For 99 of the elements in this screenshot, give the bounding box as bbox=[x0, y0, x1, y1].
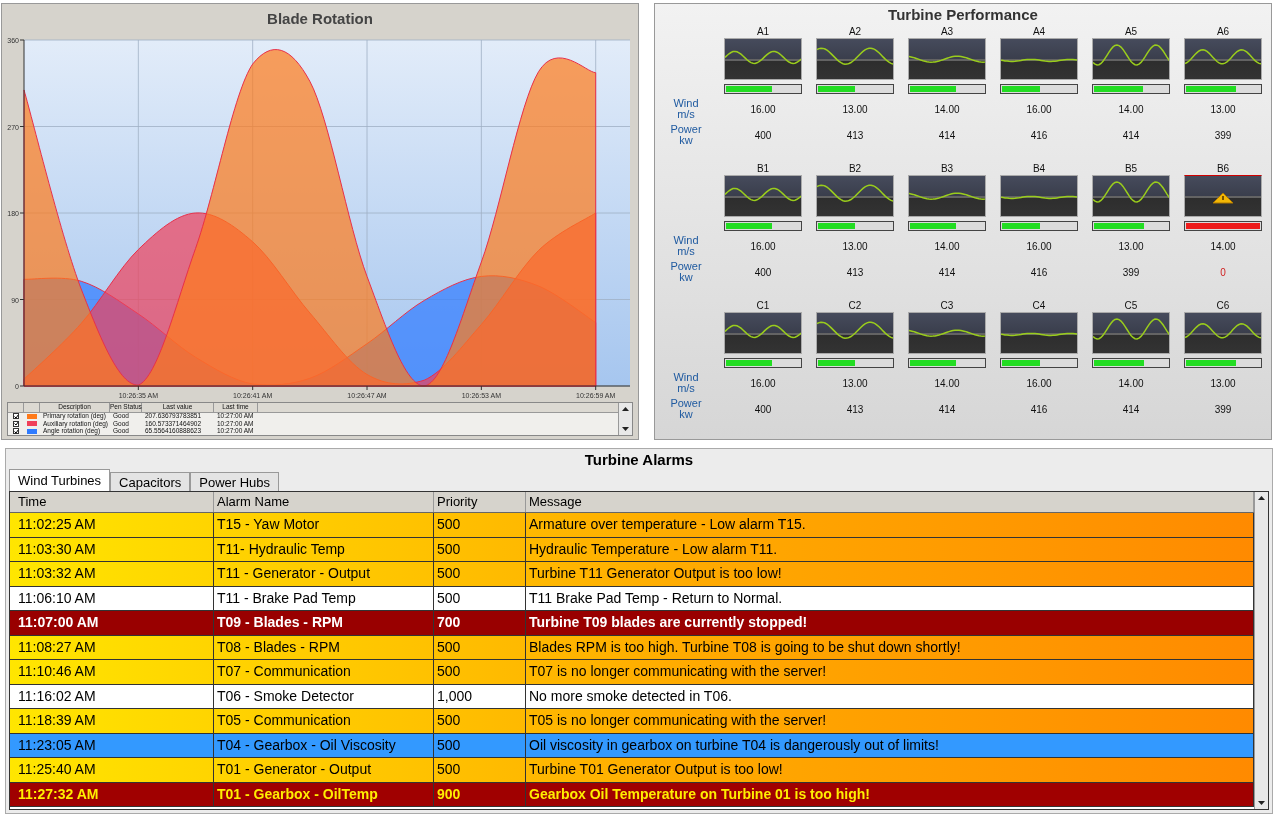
power-value: 400 bbox=[754, 265, 772, 280]
wind-value: 16.00 bbox=[750, 102, 776, 117]
wind-value: 13.00 bbox=[842, 239, 868, 254]
table-cell: 500 bbox=[434, 513, 526, 537]
row-label: Power kw bbox=[669, 261, 703, 283]
turbine-label: A2 bbox=[848, 26, 862, 38]
wind-value: 13.00 bbox=[1118, 239, 1144, 254]
panel-title: Turbine Performance bbox=[888, 4, 1038, 25]
table-cell: 11:03:32 AM bbox=[10, 562, 214, 586]
table-cell: T01 - Gearbox - OilTemp bbox=[214, 782, 434, 806]
power-value: 399 bbox=[1214, 128, 1232, 143]
table-cell: T01 - Generator - Output bbox=[214, 758, 434, 782]
power-value: 414 bbox=[938, 265, 956, 280]
power-value: 399 bbox=[1122, 265, 1140, 280]
table-cell: 11:10:46 AM bbox=[10, 660, 214, 684]
table-cell: 500 bbox=[434, 562, 526, 586]
turbine-label: B4 bbox=[1032, 163, 1046, 175]
table-cell: T11 - Generator - Output bbox=[214, 562, 434, 586]
row-label: Wind m/s bbox=[672, 372, 700, 394]
table-cell: T08 - Blades - RPM bbox=[214, 635, 434, 659]
wind-value: 14.00 bbox=[1210, 239, 1236, 254]
turbine-label: A1 bbox=[756, 26, 770, 38]
wind-value: 16.00 bbox=[1026, 102, 1052, 117]
turbine-label: C6 bbox=[1216, 300, 1230, 312]
wind-value: 16.00 bbox=[1026, 239, 1052, 254]
table-cell: 11:03:30 AM bbox=[10, 537, 214, 561]
table-cell: 11:08:27 AM bbox=[10, 635, 214, 659]
table-cell: 11:27:32 AM bbox=[10, 782, 214, 806]
panel-title: Blade Rotation bbox=[267, 8, 373, 29]
wind-value: 16.00 bbox=[750, 376, 776, 391]
power-value: 413 bbox=[846, 128, 864, 143]
table-cell: 500 bbox=[434, 586, 526, 610]
table-cell: T07 - Communication bbox=[214, 660, 434, 684]
power-value: 416 bbox=[1030, 128, 1048, 143]
table-cell: T11- Hydraulic Temp bbox=[214, 537, 434, 561]
turbine-label: B5 bbox=[1124, 163, 1138, 175]
power-value: 414 bbox=[938, 402, 956, 417]
turbine-label: C3 bbox=[940, 300, 954, 312]
turbine-label: C4 bbox=[1032, 300, 1046, 312]
table-cell: 900 bbox=[434, 782, 526, 806]
table-cell: 11:16:02 AM bbox=[10, 684, 214, 708]
wind-value: 14.00 bbox=[934, 239, 960, 254]
row-label: Power kw bbox=[669, 124, 703, 146]
wind-value: 13.00 bbox=[1210, 102, 1236, 117]
wind-value: 13.00 bbox=[842, 102, 868, 117]
wind-value: 14.00 bbox=[934, 376, 960, 391]
table-cell: T04 - Gearbox - Oil Viscosity bbox=[214, 733, 434, 757]
power-value: 414 bbox=[1122, 402, 1140, 417]
turbine-label: A3 bbox=[940, 26, 954, 38]
turbine-label: B2 bbox=[848, 163, 862, 175]
table-cell: 500 bbox=[434, 660, 526, 684]
table-cell: 11:07:00 AM bbox=[10, 611, 214, 635]
turbine-label: B1 bbox=[756, 163, 770, 175]
turbine-label: C1 bbox=[756, 300, 770, 312]
table-cell: 11:25:40 AM bbox=[10, 758, 214, 782]
table-cell: 11:06:10 AM bbox=[10, 586, 214, 610]
power-value: 414 bbox=[938, 128, 956, 143]
table-cell: 500 bbox=[434, 709, 526, 733]
turbine-label: C5 bbox=[1124, 300, 1138, 312]
table-cell: T06 - Smoke Detector bbox=[214, 684, 434, 708]
table-cell: T09 - Blades - RPM bbox=[214, 611, 434, 635]
table-cell: 11:18:39 AM bbox=[10, 709, 214, 733]
power-value: 416 bbox=[1030, 265, 1048, 280]
table-cell: T15 - Yaw Motor bbox=[214, 513, 434, 537]
power-value: 400 bbox=[754, 128, 772, 143]
wind-value: 14.00 bbox=[1118, 376, 1144, 391]
table-cell: T05 - Communication bbox=[214, 709, 434, 733]
table-cell: 500 bbox=[434, 537, 526, 561]
turbine-label: A4 bbox=[1032, 26, 1046, 38]
table-cell: 11:02:25 AM bbox=[10, 513, 214, 537]
wind-value: 16.00 bbox=[750, 239, 776, 254]
power-value: 0 bbox=[1220, 265, 1226, 280]
wind-value: 13.00 bbox=[1210, 376, 1236, 391]
table-cell: 500 bbox=[434, 733, 526, 757]
table-cell: T11 - Brake Pad Temp bbox=[214, 586, 434, 610]
panel-title: Turbine Alarms bbox=[584, 449, 694, 470]
row-label: Wind m/s bbox=[672, 235, 700, 257]
power-value: 413 bbox=[846, 265, 864, 280]
turbine-label: C2 bbox=[848, 300, 862, 312]
row-label: Power kw bbox=[669, 398, 703, 420]
row-label: Wind m/s bbox=[672, 98, 700, 120]
power-value: 413 bbox=[846, 402, 864, 417]
turbine-label: B3 bbox=[940, 163, 954, 175]
table-cell: 700 bbox=[434, 611, 526, 635]
table-cell: 1,000 bbox=[434, 684, 526, 708]
wind-value: 14.00 bbox=[1118, 102, 1144, 117]
wind-value: 14.00 bbox=[934, 102, 960, 117]
wind-value: 16.00 bbox=[1026, 376, 1052, 391]
table-cell: 500 bbox=[434, 635, 526, 659]
turbine-label: B6 bbox=[1216, 163, 1230, 175]
power-value: 414 bbox=[1122, 128, 1140, 143]
table-cell: 500 bbox=[434, 758, 526, 782]
wind-value: 13.00 bbox=[842, 376, 868, 391]
table-cell: 11:23:05 AM bbox=[10, 733, 214, 757]
turbine-label: A5 bbox=[1124, 26, 1138, 38]
power-value: 416 bbox=[1030, 402, 1048, 417]
power-value: 400 bbox=[754, 402, 772, 417]
power-value: 399 bbox=[1214, 402, 1232, 417]
turbine-label: A6 bbox=[1216, 26, 1230, 38]
